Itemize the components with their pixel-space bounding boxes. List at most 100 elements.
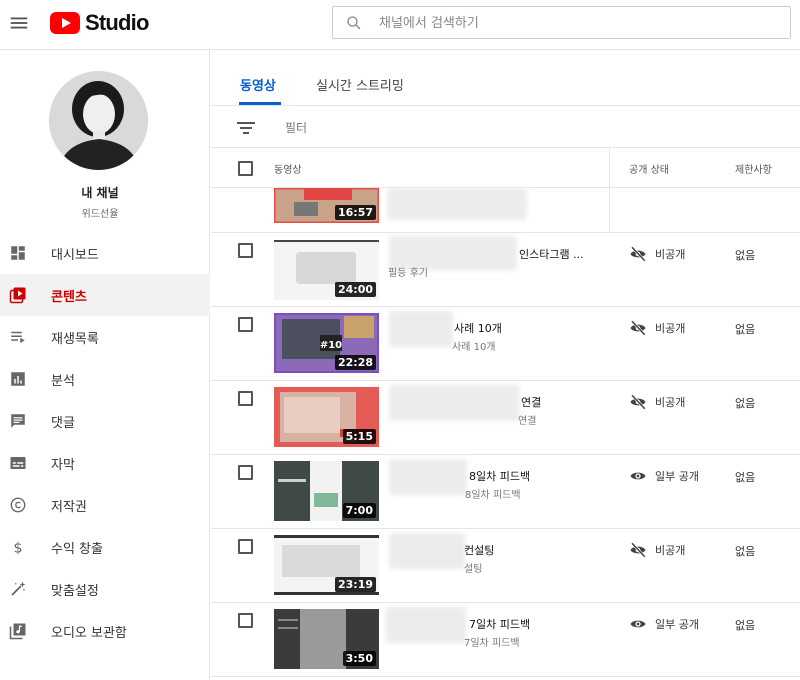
sidebar-item-label: 오디오 보관함 bbox=[51, 626, 127, 641]
video-description: 8일차 피드백 bbox=[465, 490, 521, 501]
visibility-status[interactable]: 비공개 bbox=[629, 245, 685, 263]
copyright-icon bbox=[10, 497, 26, 513]
redacted-title bbox=[386, 607, 466, 643]
sidebar-item-label: 콘텐츠 bbox=[51, 290, 87, 305]
active-tab-indicator bbox=[239, 102, 281, 105]
sidebar-item-comments[interactable]: 댓글 bbox=[0, 400, 210, 442]
video-description: 필등 후기 bbox=[388, 268, 428, 279]
comments-icon bbox=[11, 414, 25, 428]
content-tabs: 동영상 실시간 스트리밍 bbox=[211, 50, 800, 106]
sidebar-item-dashboard[interactable]: 대시보드 bbox=[0, 232, 210, 274]
video-duration: 7:00 bbox=[342, 503, 376, 518]
table-row[interactable]: 7:00 8일차 피드백 8일차 피드백 일부 공개 없음 bbox=[211, 455, 800, 529]
video-description: 사례 10개 bbox=[452, 342, 496, 353]
video-title[interactable]: 연결 bbox=[521, 394, 541, 410]
visibility-status[interactable]: 일부 공개 bbox=[629, 467, 699, 485]
redacted-title bbox=[389, 459, 467, 495]
search-icon[interactable] bbox=[345, 14, 363, 32]
sidebar-item-content[interactable]: 콘텐츠 bbox=[0, 274, 210, 316]
row-checkbox[interactable] bbox=[238, 465, 253, 480]
row-checkbox[interactable] bbox=[238, 539, 253, 554]
tab-live-streaming[interactable]: 실시간 스트리밍 bbox=[316, 75, 404, 94]
restrictions-value: 없음 bbox=[735, 471, 756, 484]
playlist-icon bbox=[11, 331, 25, 343]
sidebar-item-monetization[interactable]: $ 수익 창출 bbox=[0, 526, 210, 568]
content-main: 동영상 실시간 스트리밍 필터 동영상 공개 상태 제한사항 16:57 24:… bbox=[211, 50, 800, 680]
table-row[interactable]: 23:19 컨설팅 설팅 비공개 없음 bbox=[211, 529, 800, 603]
eye-icon bbox=[630, 472, 646, 480]
sidebar-item-subtitles[interactable]: 자막 bbox=[0, 442, 210, 484]
svg-text:#10: #10 bbox=[320, 340, 342, 351]
channel-name: 위드선율 bbox=[81, 209, 119, 220]
table-header: 동영상 공개 상태 제한사항 bbox=[211, 148, 800, 188]
video-title[interactable]: 컨설팅 bbox=[464, 542, 494, 558]
restrictions-value: 없음 bbox=[735, 397, 756, 410]
visibility-label: 비공개 bbox=[655, 544, 686, 557]
eye-off-icon bbox=[630, 246, 646, 262]
redacted-title bbox=[389, 311, 453, 347]
audio-library-icon bbox=[9, 623, 26, 640]
visibility-label: 일부 공개 bbox=[655, 470, 699, 483]
filter-input-label[interactable]: 필터 bbox=[285, 119, 307, 136]
row-checkbox[interactable] bbox=[238, 317, 253, 332]
sidebar-item-label: 댓글 bbox=[51, 416, 75, 431]
sidebar-item-analytics[interactable]: 분석 bbox=[0, 358, 210, 400]
video-duration: 24:00 bbox=[334, 282, 376, 297]
search-input[interactable] bbox=[379, 11, 779, 35]
visibility-status[interactable]: 비공개 bbox=[629, 393, 685, 411]
sidebar-item-label: 자막 bbox=[51, 458, 75, 473]
youtube-studio-logo[interactable]: Studio bbox=[50, 10, 149, 36]
redacted-title bbox=[389, 533, 465, 569]
sidebar-item-copyright[interactable]: 저작권 bbox=[0, 484, 210, 526]
video-title[interactable]: 인스타그램 ... bbox=[519, 246, 584, 262]
video-thumbnail[interactable]: 5:15 bbox=[274, 387, 379, 447]
avatar-portrait-image bbox=[49, 71, 148, 170]
table-row[interactable]: 5:15 연결 연결 비공개 없음 bbox=[211, 381, 800, 455]
table-row[interactable]: 24:00 인스타그램 ... 필등 후기 비공개 없음 bbox=[211, 233, 800, 307]
visibility-label: 비공개 bbox=[655, 248, 686, 261]
row-checkbox[interactable] bbox=[238, 613, 253, 628]
search-box[interactable] bbox=[332, 6, 791, 39]
tab-videos[interactable]: 동영상 bbox=[240, 75, 276, 94]
top-bar: Studio bbox=[0, 0, 800, 50]
sidebar-item-label: 대시보드 bbox=[51, 248, 99, 263]
video-thumbnail[interactable]: 23:19 bbox=[274, 535, 379, 595]
analytics-icon bbox=[11, 372, 25, 386]
dashboard-icon bbox=[11, 246, 25, 260]
visibility-label: 비공개 bbox=[655, 396, 686, 409]
video-title[interactable]: 7일차 피드백 bbox=[469, 616, 530, 632]
monetization-icon: $ bbox=[13, 540, 22, 556]
video-thumbnail[interactable]: #10 22:28 bbox=[274, 313, 379, 373]
row-checkbox[interactable] bbox=[238, 243, 253, 258]
table-row[interactable]: 3:50 7일차 피드백 7일차 피드백 일부 공개 없음 bbox=[211, 603, 800, 677]
row-checkbox[interactable] bbox=[238, 391, 253, 406]
video-duration: 5:15 bbox=[342, 429, 376, 444]
channel-avatar[interactable] bbox=[49, 71, 148, 170]
sidebar-item-label: 재생목록 bbox=[51, 332, 99, 347]
visibility-status[interactable]: 일부 공개 bbox=[629, 615, 699, 633]
video-title[interactable]: 8일차 피드백 bbox=[469, 468, 530, 484]
sidebar-item-playlists[interactable]: 재생목록 bbox=[0, 316, 210, 358]
video-thumbnail[interactable]: 24:00 bbox=[274, 240, 379, 300]
video-title[interactable]: 사례 10개 bbox=[454, 320, 502, 336]
visibility-status[interactable]: 비공개 bbox=[629, 319, 685, 337]
table-row[interactable]: 16:57 bbox=[211, 188, 800, 233]
visibility-label: 일부 공개 bbox=[655, 618, 699, 631]
sidebar-item-customization[interactable]: 맞춤설정 bbox=[0, 568, 210, 610]
video-thumbnail[interactable]: 3:50 bbox=[274, 609, 379, 669]
filter-icon[interactable] bbox=[237, 120, 255, 136]
table-row[interactable]: #10 22:28 사례 10개 사례 10개 비공개 없음 bbox=[211, 307, 800, 381]
sidebar: 내 채널 위드선율 대시보드 콘텐츠 재생목록 분석 댓글 자막 저작권 $ 수… bbox=[0, 50, 210, 680]
video-thumbnail[interactable]: 7:00 bbox=[274, 461, 379, 521]
eye-icon bbox=[630, 620, 646, 628]
header-visibility[interactable]: 공개 상태 bbox=[629, 161, 669, 176]
video-description: 7일차 피드백 bbox=[464, 638, 520, 649]
sidebar-item-audio-library[interactable]: 오디오 보관함 bbox=[0, 610, 210, 652]
select-all-checkbox[interactable] bbox=[238, 161, 253, 176]
visibility-status[interactable]: 비공개 bbox=[629, 541, 685, 559]
video-thumbnail[interactable]: 16:57 bbox=[274, 188, 379, 223]
customization-icon bbox=[11, 581, 26, 596]
brand-text: Studio bbox=[85, 10, 149, 35]
restrictions-value: 없음 bbox=[735, 619, 756, 632]
hamburger-menu-icon[interactable] bbox=[8, 12, 30, 34]
